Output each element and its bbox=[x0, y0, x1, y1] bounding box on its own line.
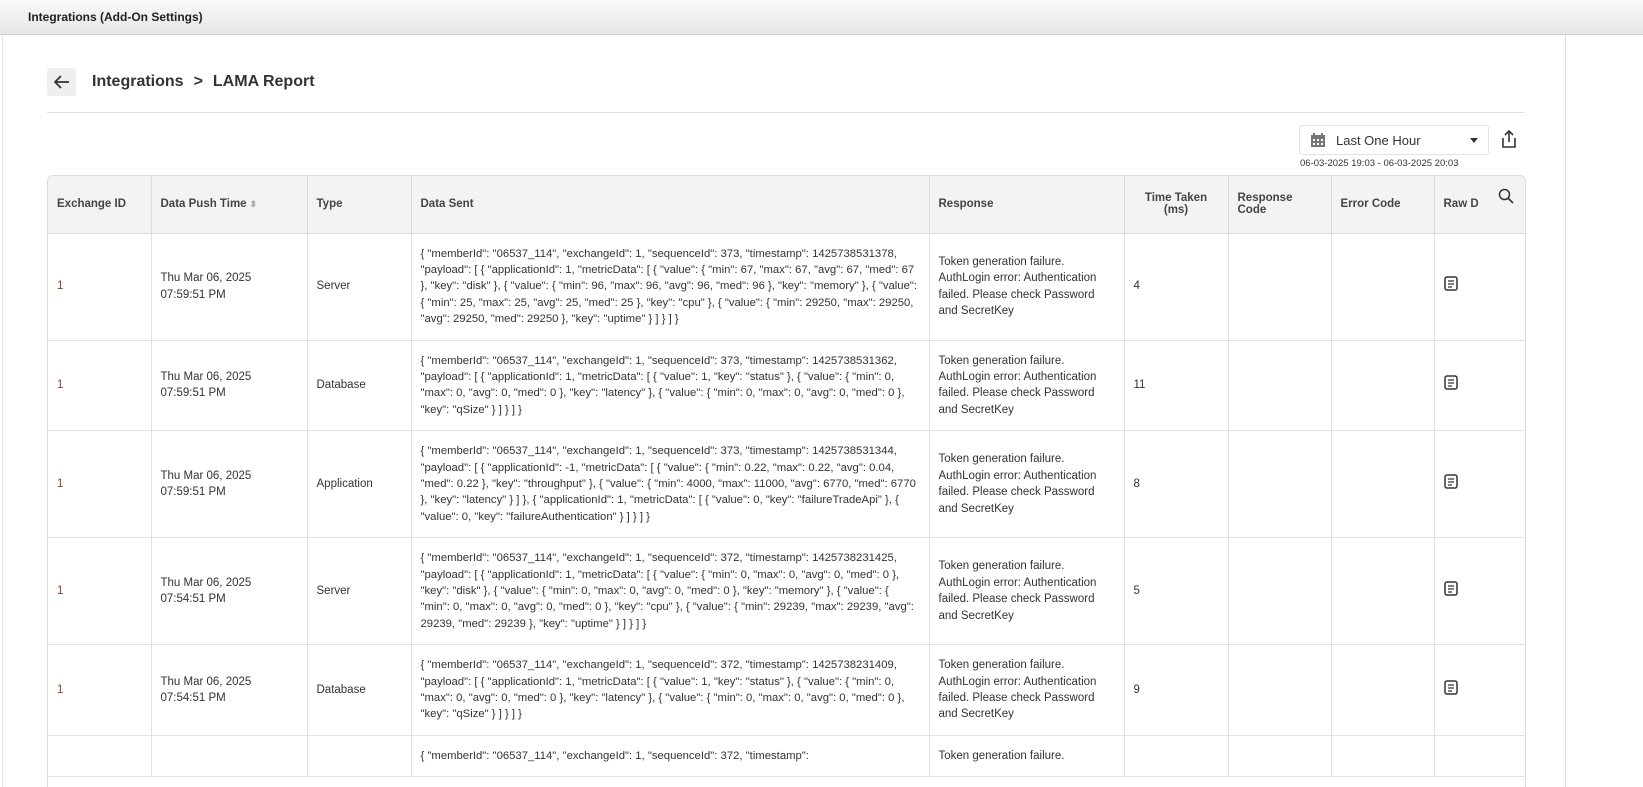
calendar-icon bbox=[1311, 133, 1325, 147]
column-raw-data[interactable]: Raw D bbox=[1434, 176, 1525, 234]
column-label: Data Push Time bbox=[160, 198, 247, 211]
export-button[interactable] bbox=[1501, 129, 1517, 153]
error-code-cell bbox=[1331, 430, 1435, 539]
response-code-cell bbox=[1228, 430, 1332, 539]
response-cell: Token generation failure. AuthLogin erro… bbox=[929, 340, 1125, 432]
divider bbox=[47, 112, 1524, 113]
time-taken-cell: 8 bbox=[1124, 430, 1229, 539]
column-type[interactable]: Type bbox=[307, 176, 412, 234]
error-code-cell bbox=[1331, 340, 1435, 432]
column-response-code[interactable]: Response Code bbox=[1228, 176, 1332, 234]
response-cell: Token generation failure. bbox=[929, 735, 1125, 778]
breadcrumb-current: LAMA Report bbox=[212, 73, 315, 90]
type-cell: Database bbox=[307, 644, 412, 736]
report-table: Exchange ID Data Push Time ⬍ Type Data Se… bbox=[47, 175, 1526, 787]
breadcrumb-parent[interactable]: Integrations bbox=[92, 73, 184, 91]
column-error-code[interactable]: Error Code bbox=[1331, 176, 1435, 234]
document-icon[interactable] bbox=[1443, 276, 1458, 292]
raw-data-cell[interactable] bbox=[1434, 430, 1525, 539]
push-time-cell: Thu Mar 06, 2025 07:59:51 PM bbox=[151, 430, 308, 539]
error-code-cell bbox=[1331, 735, 1435, 778]
raw-data-cell[interactable] bbox=[1434, 233, 1525, 341]
search-icon[interactable] bbox=[1498, 188, 1514, 204]
column-response[interactable]: Response bbox=[929, 176, 1125, 234]
time-taken-cell: 4 bbox=[1124, 233, 1229, 341]
type-cell: Database bbox=[307, 340, 412, 432]
error-code-cell bbox=[1331, 644, 1435, 736]
raw-data-cell[interactable] bbox=[1434, 537, 1525, 646]
exchange-id-cell: 1 bbox=[48, 537, 152, 646]
data-sent-cell: { "memberId": "06537_114", "exchangeId":… bbox=[411, 735, 930, 778]
breadcrumb: Integrations > LAMA Report bbox=[47, 68, 315, 96]
response-cell: Token generation failure. AuthLogin erro… bbox=[929, 430, 1125, 539]
column-time-taken[interactable]: Time Taken (ms) bbox=[1124, 176, 1229, 234]
push-time-cell: Thu Mar 06, 2025 07:54:51 PM bbox=[151, 537, 308, 646]
type-cell: Server bbox=[307, 233, 412, 341]
response-code-cell bbox=[1228, 340, 1332, 432]
column-exchange-id[interactable]: Exchange ID bbox=[48, 176, 152, 234]
raw-data-cell[interactable] bbox=[1434, 735, 1525, 778]
date-range-dropdown[interactable]: Last One Hour bbox=[1299, 125, 1489, 155]
table-row: 1 Thu Mar 06, 2025 07:59:51 PM Server{ "mem… bbox=[48, 233, 1525, 341]
exchange-id-cell: 1 bbox=[48, 340, 152, 432]
error-code-cell bbox=[1331, 537, 1435, 646]
column-data-sent[interactable]: Data Sent bbox=[411, 176, 930, 234]
exchange-id-cell: 1 bbox=[48, 233, 152, 341]
table-row: { "memberId": "06537_114", "exchangeId":… bbox=[48, 735, 1525, 778]
sort-icon[interactable]: ⬍ bbox=[250, 199, 258, 209]
window-title: Integrations (Add-On Settings) bbox=[0, 0, 1643, 35]
response-cell: Token generation failure. AuthLogin erro… bbox=[929, 537, 1125, 646]
column-data-push-time[interactable]: Data Push Time ⬍ bbox=[151, 176, 308, 234]
push-time-cell bbox=[151, 735, 308, 778]
table-row: 1 Thu Mar 06, 2025 07:59:51 PM Application{… bbox=[48, 430, 1525, 539]
table-header: Exchange ID Data Push Time ⬍ Type Data Se… bbox=[48, 176, 1525, 234]
time-taken-cell bbox=[1124, 735, 1229, 778]
date-range-selected: Last One Hour bbox=[1336, 132, 1421, 148]
breadcrumb-separator: > bbox=[193, 73, 203, 90]
raw-data-cell[interactable] bbox=[1434, 340, 1525, 432]
response-code-cell bbox=[1228, 233, 1332, 341]
time-taken-cell: 5 bbox=[1124, 537, 1229, 646]
type-cell bbox=[307, 735, 412, 778]
document-icon[interactable] bbox=[1443, 474, 1458, 489]
data-sent-cell: { "memberId": "06537_114", "exchangeId":… bbox=[411, 430, 930, 539]
chevron-down-icon bbox=[1470, 137, 1478, 143]
table-row: 1 Thu Mar 06, 2025 07:54:51 PM Database{ "m… bbox=[48, 644, 1525, 736]
response-code-cell bbox=[1228, 735, 1332, 778]
response-code-cell bbox=[1228, 537, 1332, 646]
document-icon[interactable] bbox=[1443, 680, 1458, 695]
data-sent-cell: { "memberId": "06537_114", "exchangeId":… bbox=[411, 644, 930, 736]
data-sent-cell: { "memberId": "06537_114", "exchangeId":… bbox=[411, 340, 930, 432]
main-content: Integrations > LAMA Report Last One Hour… bbox=[2, 35, 1566, 787]
type-cell: Server bbox=[307, 537, 412, 646]
table-row: 1 Thu Mar 06, 2025 07:54:51 PM Server{ "mem… bbox=[48, 537, 1525, 646]
document-icon[interactable] bbox=[1443, 581, 1458, 596]
data-sent-cell: { "memberId": "06537_114", "exchangeId":… bbox=[411, 537, 930, 646]
response-code-cell bbox=[1228, 644, 1332, 736]
raw-data-cell[interactable] bbox=[1434, 644, 1525, 736]
exchange-id-cell: 1 bbox=[48, 430, 152, 539]
push-time-cell: Thu Mar 06, 2025 07:54:51 PM bbox=[151, 644, 308, 736]
time-taken-cell: 11 bbox=[1124, 340, 1229, 432]
date-range-text: 06-03-2025 19:03 - 06-03-2025 20:03 bbox=[1300, 158, 1459, 169]
push-time-cell: Thu Mar 06, 2025 07:59:51 PM bbox=[151, 233, 308, 341]
data-sent-cell: { "memberId": "06537_114", "exchangeId":… bbox=[411, 233, 930, 341]
push-time-cell: Thu Mar 06, 2025 07:59:51 PM bbox=[151, 340, 308, 432]
error-code-cell bbox=[1331, 233, 1435, 341]
back-button[interactable] bbox=[47, 68, 76, 96]
exchange-id-cell bbox=[48, 735, 152, 778]
table-row: 1 Thu Mar 06, 2025 07:59:51 PM Database{ "m… bbox=[48, 340, 1525, 432]
exchange-id-cell: 1 bbox=[48, 644, 152, 736]
type-cell: Application bbox=[307, 430, 412, 539]
response-cell: Token generation failure. AuthLogin erro… bbox=[929, 233, 1125, 341]
response-cell: Token generation failure. AuthLogin erro… bbox=[929, 644, 1125, 736]
arrow-left-icon bbox=[53, 75, 69, 89]
share-icon bbox=[1502, 129, 1516, 148]
time-taken-cell: 9 bbox=[1124, 644, 1229, 736]
document-icon[interactable] bbox=[1443, 375, 1458, 390]
